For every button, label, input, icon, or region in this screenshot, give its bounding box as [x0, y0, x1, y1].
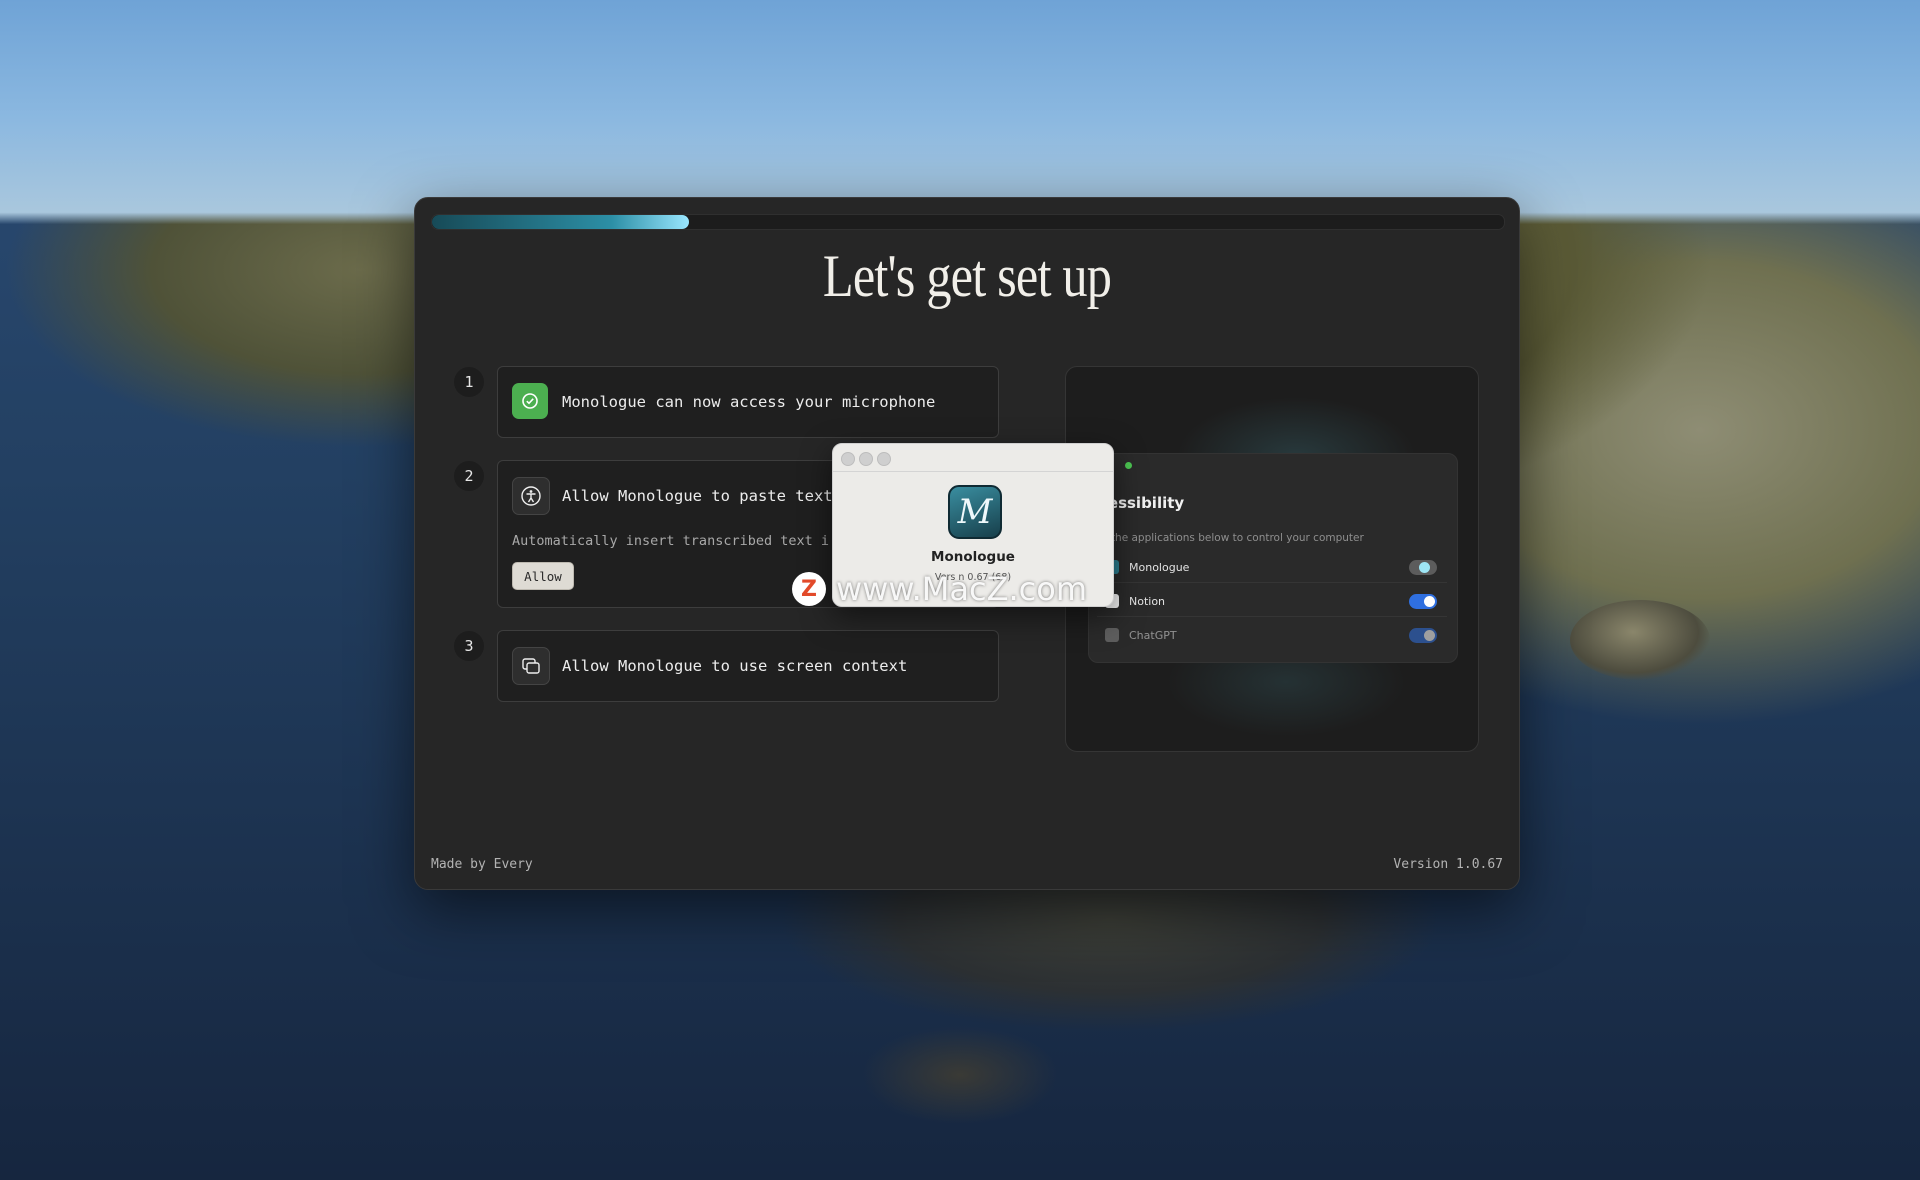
chatgpt-toggle[interactable]	[1409, 628, 1437, 643]
watermark: Z www.MacZ.com	[792, 570, 1087, 608]
step-description: Automatically insert transcribed text i	[512, 533, 829, 549]
settings-row-chatgpt: ChatGPT	[1097, 620, 1447, 650]
step-label: Allow Monologue to paste text	[562, 487, 833, 505]
settings-row-notion: Notion	[1097, 586, 1447, 617]
settings-row-monologue: Monologue	[1097, 552, 1447, 583]
app-name: ChatGPT	[1129, 628, 1177, 642]
check-circle-icon	[512, 383, 548, 419]
step-card-microphone: Monologue can now access your microphone	[497, 366, 999, 438]
notion-toggle[interactable]	[1409, 594, 1437, 609]
step-label: Monologue can now access your microphone	[562, 393, 936, 411]
step-number-3: 3	[454, 631, 484, 661]
setup-progress-fill	[432, 215, 690, 229]
monologue-toggle[interactable]	[1409, 560, 1437, 575]
screens-icon	[512, 647, 550, 685]
zoom-button[interactable]	[877, 452, 891, 466]
app-name: Notion	[1129, 594, 1166, 608]
step-label: Allow Monologue to use screen context	[562, 657, 908, 675]
rock-island-right	[1570, 600, 1710, 680]
setup-progress-bar	[431, 214, 1505, 230]
accessibility-settings-mock: cessibility w the applications below to …	[1088, 453, 1458, 663]
close-button[interactable]	[841, 452, 855, 466]
footer-version: Version 1.0.67	[1393, 857, 1503, 872]
allow-button[interactable]: Allow	[512, 562, 574, 590]
about-app-name: Monologue	[931, 549, 1015, 565]
watermark-text: www.MacZ.com	[836, 570, 1087, 608]
step-number-1: 1	[454, 367, 484, 397]
window-dot-green	[1125, 462, 1132, 469]
settings-description: w the applications below to control your…	[1099, 532, 1364, 544]
minimize-button[interactable]	[859, 452, 873, 466]
footer-made-by: Made by Every	[431, 857, 533, 872]
watermark-badge: Z	[792, 572, 826, 606]
page-title: Let's get set up	[822, 243, 1112, 309]
step-card-screen-context: Allow Monologue to use screen context	[497, 630, 999, 702]
chatgpt-app-icon	[1105, 628, 1119, 642]
accessibility-preview: cessibility w the applications below to …	[1065, 366, 1479, 752]
accessibility-icon	[512, 477, 550, 515]
step-number-2: 2	[454, 461, 484, 491]
app-name: Monologue	[1129, 560, 1190, 574]
monologue-logo-icon: M	[948, 485, 1002, 539]
titlebar-divider	[833, 471, 1113, 472]
